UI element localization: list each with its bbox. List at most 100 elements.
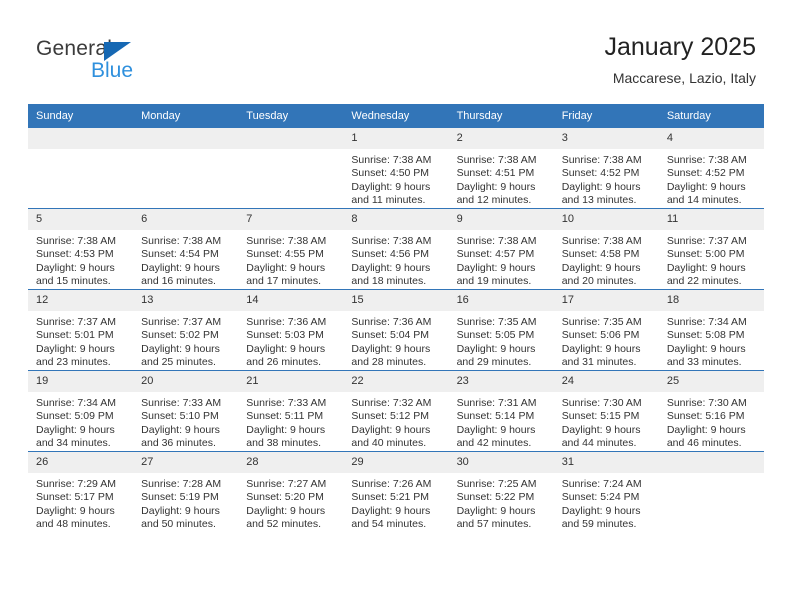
day-cell[interactable]: 23 Sunrise: 7:31 AM Sunset: 5:14 PM Dayligh… <box>448 370 554 452</box>
day-details: Sunrise: 7:36 AM Sunset: 5:04 PM Daylight:… <box>343 311 449 370</box>
day-detail-line: Sunset: 4:58 PM <box>561 248 640 261</box>
day-detail-line: and 31 minutes. <box>561 356 637 369</box>
day-detail-line: Sunset: 5:21 PM <box>351 491 430 504</box>
day-number: 3 <box>553 128 659 149</box>
day-cell[interactable]: 27 Sunrise: 7:28 AM Sunset: 5:19 PM Dayligh… <box>133 451 239 532</box>
day-cell[interactable]: 9 Sunrise: 7:38 AM Sunset: 4:57 PM Daylight… <box>448 208 554 290</box>
logo-text-general: General <box>36 37 113 60</box>
day-cell[interactable]: 24 Sunrise: 7:30 AM Sunset: 5:15 PM Dayligh… <box>553 370 659 452</box>
day-cell[interactable]: 13 Sunrise: 7:37 AM Sunset: 5:02 PM Dayligh… <box>133 289 239 371</box>
day-detail-line: and 22 minutes. <box>666 275 742 288</box>
day-cell[interactable]: 26 Sunrise: 7:29 AM Sunset: 5:17 PM Dayligh… <box>28 451 134 532</box>
day-cell-empty <box>133 128 239 209</box>
general-blue-logo[interactable]: General Blue <box>36 38 236 90</box>
day-cell[interactable]: 14 Sunrise: 7:36 AM Sunset: 5:03 PM Dayligh… <box>238 289 344 371</box>
day-detail-line: Sunrise: 7:38 AM <box>351 235 432 247</box>
page-subtitle-location: Maccarese, Lazio, Italy <box>612 70 756 86</box>
day-number: 24 <box>553 371 659 392</box>
day-cell[interactable]: 3 Sunrise: 7:38 AM Sunset: 4:52 PM Daylight… <box>553 128 659 209</box>
day-cell[interactable]: 2 Sunrise: 7:38 AM Sunset: 4:51 PM Daylight… <box>448 128 554 209</box>
day-cell[interactable]: 25 Sunrise: 7:30 AM Sunset: 5:16 PM Dayligh… <box>658 370 764 452</box>
day-details: Sunrise: 7:38 AM Sunset: 4:52 PM Daylight:… <box>553 149 659 208</box>
day-cell[interactable]: 12 Sunrise: 7:37 AM Sunset: 5:01 PM Dayligh… <box>28 289 134 371</box>
day-cell[interactable]: 21 Sunrise: 7:33 AM Sunset: 5:11 PM Dayligh… <box>238 370 344 452</box>
day-detail-line: Sunset: 5:16 PM <box>666 410 745 423</box>
day-cell[interactable]: 4 Sunrise: 7:38 AM Sunset: 4:52 PM Daylight… <box>658 128 764 209</box>
weekday-header-friday: Friday <box>553 104 659 128</box>
day-cell[interactable]: 15 Sunrise: 7:36 AM Sunset: 5:04 PM Dayligh… <box>343 289 449 371</box>
day-detail-line: and 19 minutes. <box>456 275 532 288</box>
day-details: Sunrise: 7:29 AM Sunset: 5:17 PM Daylight:… <box>28 473 134 532</box>
day-detail-line: Sunrise: 7:38 AM <box>456 235 537 247</box>
day-detail-line: Sunset: 4:52 PM <box>561 167 640 180</box>
day-detail-line: Sunset: 4:50 PM <box>351 167 430 180</box>
day-cell[interactable]: 10 Sunrise: 7:38 AM Sunset: 4:58 PM Dayligh… <box>553 208 659 290</box>
day-detail-line: and 11 minutes. <box>351 194 426 207</box>
day-detail-line: and 50 minutes. <box>141 518 216 531</box>
day-detail-line: and 20 minutes. <box>561 275 637 288</box>
day-detail-line: Daylight: 9 hours <box>36 261 115 274</box>
day-detail-line: Sunrise: 7:37 AM <box>666 235 747 247</box>
day-cell[interactable]: 30 Sunrise: 7:25 AM Sunset: 5:22 PM Dayligh… <box>448 451 554 532</box>
week-row: 26 Sunrise: 7:29 AM Sunset: 5:17 PM Dayligh… <box>28 451 764 532</box>
day-cell[interactable]: 6 Sunrise: 7:38 AM Sunset: 4:54 PM Daylight… <box>133 208 239 290</box>
day-number: 22 <box>343 371 449 392</box>
day-details: Sunrise: 7:34 AM Sunset: 5:08 PM Daylight:… <box>658 311 764 370</box>
day-detail-line: Sunset: 5:14 PM <box>456 410 535 423</box>
day-detail-line: Daylight: 9 hours <box>351 423 431 436</box>
day-cell[interactable]: 17 Sunrise: 7:35 AM Sunset: 5:06 PM Dayligh… <box>553 289 659 371</box>
day-cell[interactable]: 11 Sunrise: 7:37 AM Sunset: 5:00 PM Dayligh… <box>658 208 764 290</box>
day-detail-line: Sunrise: 7:37 AM <box>36 316 116 328</box>
week-row: 19 Sunrise: 7:34 AM Sunset: 5:09 PM Dayligh… <box>28 370 764 452</box>
day-cell[interactable]: 8 Sunrise: 7:38 AM Sunset: 4:56 PM Daylight… <box>343 208 449 290</box>
day-cell[interactable]: 16 Sunrise: 7:35 AM Sunset: 5:05 PM Dayligh… <box>448 289 554 371</box>
day-detail-line: Sunset: 5:05 PM <box>456 329 535 342</box>
title-block: January 2025 Maccarese, Lazio, Italy <box>604 32 756 87</box>
day-details: Sunrise: 7:25 AM Sunset: 5:22 PM Daylight:… <box>448 473 554 532</box>
day-number: 30 <box>448 452 554 473</box>
day-detail-line: Sunset: 5:24 PM <box>561 491 640 504</box>
day-detail-line: Daylight: 9 hours <box>351 261 431 274</box>
day-cell[interactable]: 22 Sunrise: 7:32 AM Sunset: 5:12 PM Dayligh… <box>343 370 449 452</box>
day-cell-empty <box>238 128 344 209</box>
day-cell[interactable]: 20 Sunrise: 7:33 AM Sunset: 5:10 PM Dayligh… <box>133 370 239 452</box>
day-detail-line: and 15 minutes. <box>36 275 111 288</box>
day-cell[interactable]: 7 Sunrise: 7:38 AM Sunset: 4:55 PM Daylight… <box>238 208 344 290</box>
day-number: 28 <box>238 452 344 473</box>
day-detail-line: Sunrise: 7:38 AM <box>666 154 747 166</box>
day-detail-line: Sunrise: 7:29 AM <box>36 478 116 490</box>
day-detail-line: Daylight: 9 hours <box>141 261 220 274</box>
day-detail-line: and 52 minutes. <box>246 518 321 531</box>
day-details: Sunrise: 7:38 AM Sunset: 4:55 PM Daylight:… <box>238 230 344 289</box>
day-number: 17 <box>553 290 659 311</box>
week-row: 5 Sunrise: 7:38 AM Sunset: 4:53 PM Daylight… <box>28 208 764 290</box>
day-cell-empty <box>28 128 134 209</box>
day-details: Sunrise: 7:33 AM Sunset: 5:11 PM Daylight:… <box>238 392 344 451</box>
month-calendar-table: Sunday Monday Tuesday Wednesday Thursday Frid… <box>28 104 764 532</box>
weekday-header-tuesday: Tuesday <box>238 104 344 128</box>
day-detail-line: and 46 minutes. <box>666 437 742 450</box>
day-detail-line: and 44 minutes. <box>561 437 637 450</box>
day-cell[interactable]: 1 Sunrise: 7:38 AM Sunset: 4:50 PM Daylight… <box>343 128 449 209</box>
day-number: 6 <box>133 209 239 230</box>
day-detail-line: Sunset: 4:53 PM <box>36 248 114 261</box>
day-cell[interactable]: 19 Sunrise: 7:34 AM Sunset: 5:09 PM Dayligh… <box>28 370 134 452</box>
day-detail-line: Sunset: 5:04 PM <box>351 329 430 342</box>
day-details: Sunrise: 7:24 AM Sunset: 5:24 PM Daylight:… <box>553 473 659 532</box>
day-cell[interactable]: 28 Sunrise: 7:27 AM Sunset: 5:20 PM Dayligh… <box>238 451 344 532</box>
day-cell[interactable]: 31 Sunrise: 7:24 AM Sunset: 5:24 PM Dayligh… <box>553 451 659 532</box>
day-detail-line: Daylight: 9 hours <box>141 504 220 517</box>
day-cell[interactable]: 18 Sunrise: 7:34 AM Sunset: 5:08 PM Dayligh… <box>658 289 764 371</box>
day-detail-line: and 18 minutes. <box>351 275 427 288</box>
day-number: 29 <box>343 452 449 473</box>
day-detail-line: Daylight: 9 hours <box>36 423 115 436</box>
day-details: Sunrise: 7:38 AM Sunset: 4:52 PM Daylight:… <box>658 149 764 208</box>
day-number <box>28 128 134 149</box>
day-detail-line: Daylight: 9 hours <box>456 504 536 517</box>
day-cell[interactable]: 29 Sunrise: 7:26 AM Sunset: 5:21 PM Dayligh… <box>343 451 449 532</box>
day-number: 15 <box>343 290 449 311</box>
day-number: 25 <box>658 371 764 392</box>
day-detail-line: and 36 minutes. <box>141 437 216 450</box>
day-cell[interactable]: 5 Sunrise: 7:38 AM Sunset: 4:53 PM Daylight… <box>28 208 134 290</box>
day-detail-line: Daylight: 9 hours <box>351 180 431 193</box>
